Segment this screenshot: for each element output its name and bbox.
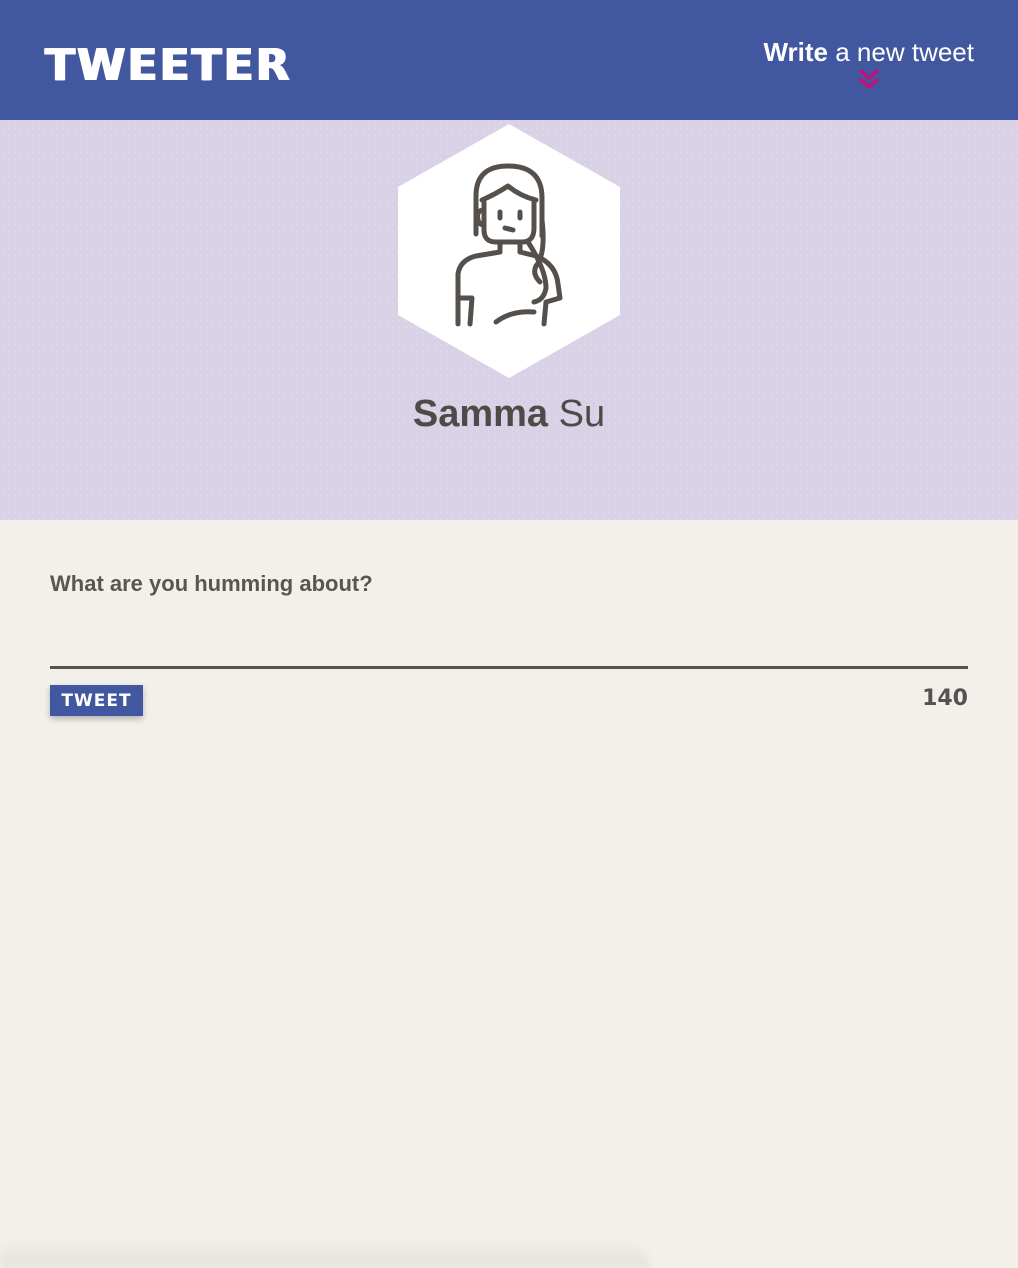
write-new-tweet-toggle[interactable]: Write a new tweet [763, 36, 974, 90]
write-label-rest: a new tweet [828, 37, 974, 67]
bottom-shadow [0, 1238, 650, 1268]
tweet-button[interactable]: TWEET [50, 685, 143, 716]
last-name: Su [548, 393, 606, 435]
user-avatar-icon [398, 124, 620, 378]
top-nav: TWEETER Write a new tweet [0, 0, 1018, 120]
character-counter: 140 [922, 686, 968, 711]
double-chevron-down-icon[interactable] [857, 68, 881, 90]
tweet-composer: What are you humming about? TWEET 140 [0, 520, 1018, 1268]
avatar-hexagon [398, 124, 620, 378]
profile-name: Samma Su [0, 388, 1018, 440]
write-new-tweet-label[interactable]: Write a new tweet [763, 36, 974, 68]
tweet-prompt-label: What are you humming about? [50, 571, 373, 596]
app-logo[interactable]: TWEETER [45, 36, 292, 96]
textarea-underline [50, 666, 968, 669]
tweet-textarea[interactable] [50, 604, 972, 668]
profile-banner: Samma Su [0, 120, 1018, 520]
write-label-strong: Write [763, 37, 829, 67]
avatar [396, 124, 622, 378]
first-name: Samma [412, 393, 549, 435]
